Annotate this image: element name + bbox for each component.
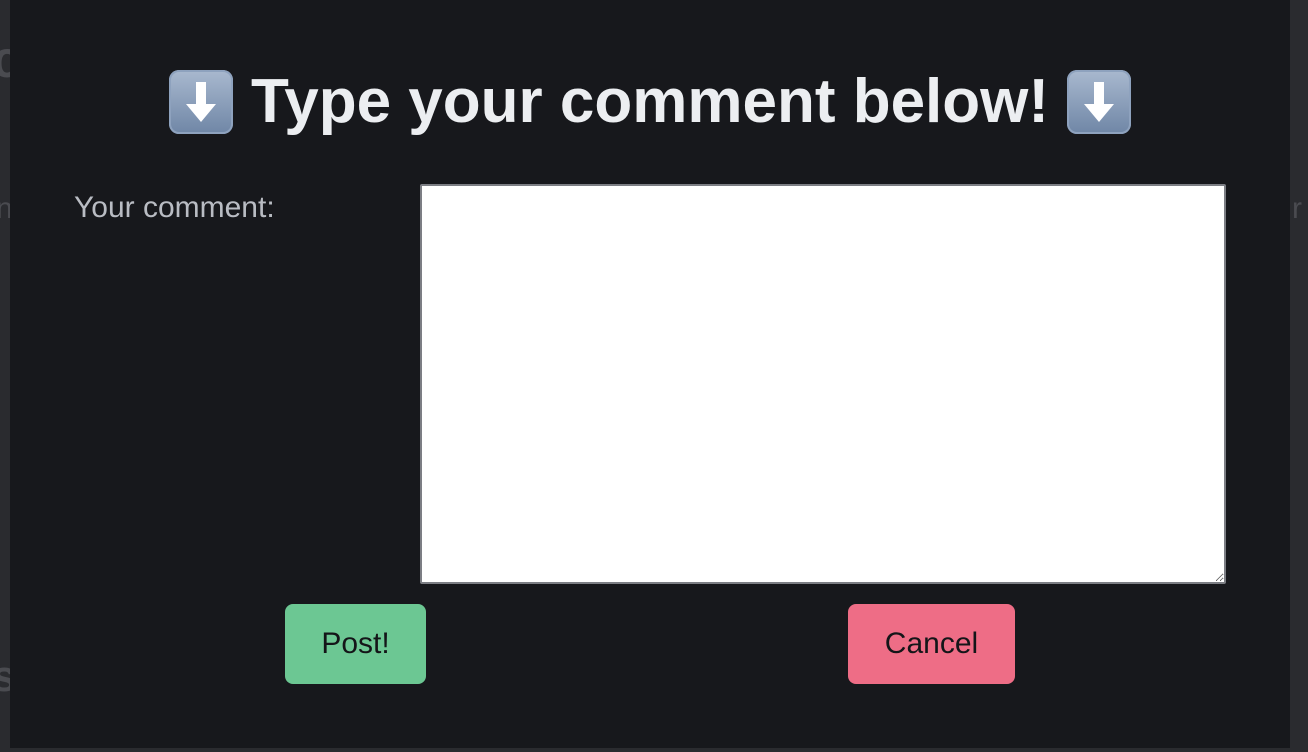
comment-textarea[interactable]	[420, 184, 1226, 584]
comment-dialog: Type your comment below! Your comment: P…	[10, 0, 1290, 748]
cancel-button[interactable]: Cancel	[848, 604, 1015, 684]
down-arrow-icon	[168, 70, 233, 134]
down-arrow-icon	[1067, 70, 1132, 134]
post-button[interactable]: Post!	[285, 604, 426, 684]
dialog-title-text: Type your comment below!	[250, 67, 1050, 136]
background-text-fragment: r	[1292, 192, 1302, 225]
dialog-title: Type your comment below!	[10, 62, 1290, 142]
comment-label: Your comment:	[74, 191, 275, 224]
